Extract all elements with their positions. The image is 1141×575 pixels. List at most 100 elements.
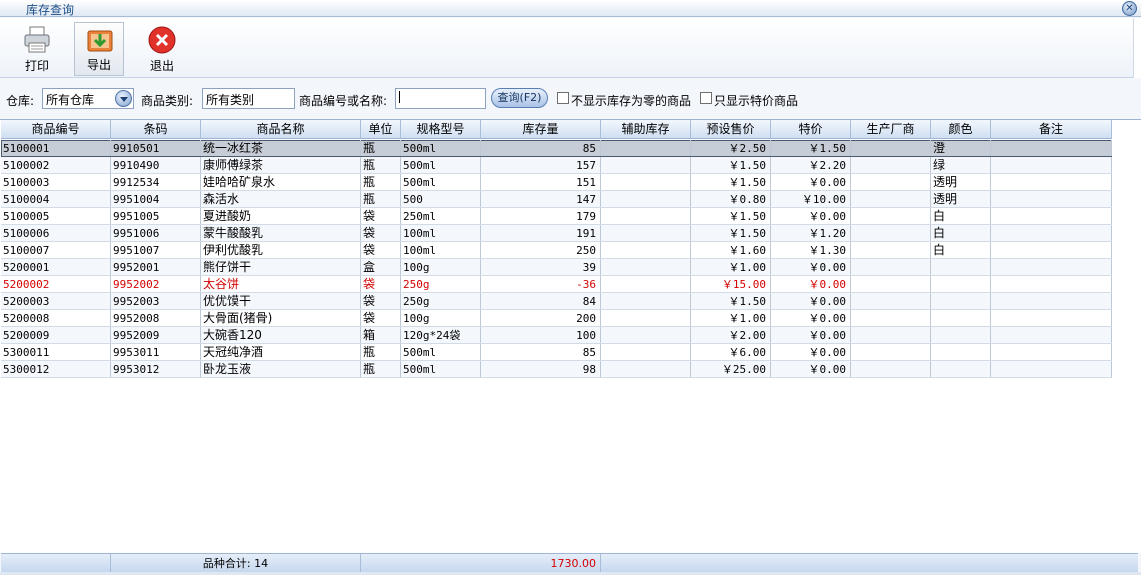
cell-maker (851, 208, 931, 224)
cell-spec: 500 (401, 191, 481, 207)
cell-note (991, 310, 1112, 326)
cell-special-price: ￥1.20 (771, 225, 851, 241)
table-row[interactable]: 5100007 9951007 伊利优酸乳袋 100ml 250 ￥1.60 ￥1.30 白 (1, 242, 1112, 259)
table-row[interactable]: 5100002 9910490 康师傅绿茶瓶 500ml 157 ￥1.50 ￥2.20 绿 (1, 157, 1112, 174)
warehouse-value: 所有仓库 (46, 93, 95, 107)
cell-special-price: ￥10.00 (771, 191, 851, 207)
cell-price: ￥6.00 (691, 344, 771, 360)
cell-spec: 100g (401, 310, 481, 326)
cell-special-price: ￥0.00 (771, 293, 851, 309)
column-header-aux-stock[interactable]: 辅助库存 (601, 120, 691, 138)
cell-special-price: ￥0.00 (771, 310, 851, 326)
cell-maker (851, 242, 931, 258)
cell-price: ￥15.00 (691, 276, 771, 292)
cell-code: 5100004 (1, 191, 111, 207)
cell-color: 透明 (931, 174, 991, 190)
cell-stock: 84 (481, 293, 601, 309)
table-row[interactable]: 5200003 9952003 优优馍干袋 250g 84 ￥1.50 ￥0.00 (1, 293, 1112, 310)
exit-button[interactable]: 退出 (137, 22, 187, 76)
cell-maker (851, 157, 931, 173)
table-row[interactable]: 5100003 9912534 娃哈哈矿泉水瓶 500ml 151 ￥1.50 ￥0.00 透… (1, 174, 1112, 191)
table-row[interactable]: 5300011 9953011 天冠纯净酒瓶 500ml 85 ￥6.00 ￥0.00 (1, 344, 1112, 361)
print-label: 打印 (24, 59, 49, 73)
warehouse-select[interactable]: 所有仓库 (42, 88, 134, 109)
cell-color (931, 327, 991, 343)
table-row[interactable]: 5100005 9951005 夏进酸奶袋 250ml 179 ￥1.50 ￥0.00 白 (1, 208, 1112, 225)
cell-unit: 瓶 (361, 174, 401, 190)
column-header-price[interactable]: 预设售价 (691, 120, 771, 138)
cell-stock: 98 (481, 361, 601, 377)
special-only-checkbox[interactable] (700, 92, 712, 104)
cell-stock: 250 (481, 242, 601, 258)
cell-special-price: ￥0.00 (771, 344, 851, 360)
cell-stock: 39 (481, 259, 601, 275)
table-row[interactable]: 5200001 9952001 熊仔饼干盒 100g 39 ￥1.00 ￥0.00 (1, 259, 1112, 276)
cell-aux-stock (601, 259, 691, 275)
cell-barcode: 9910490 (111, 157, 201, 173)
cell-name: 森活水 (201, 191, 361, 207)
column-header-maker[interactable]: 生产厂商 (851, 120, 931, 138)
cell-stock: 100 (481, 327, 601, 343)
column-header-spec[interactable]: 规格型号 (401, 120, 481, 138)
column-header-unit[interactable]: 单位 (361, 120, 401, 138)
table-row[interactable]: 5100001 9910501 统一冰红茶瓶 500ml 85 ￥2.50 ￥1.50 澄 (1, 140, 1112, 157)
code-search-input[interactable] (395, 88, 486, 109)
exit-icon (148, 26, 176, 54)
cell-unit: 袋 (361, 310, 401, 326)
cell-name: 太谷饼 (201, 276, 361, 292)
table-row[interactable]: 5200009 9952009 大碗香120 箱 120g*24袋 100 ￥2.00 ￥0.… (1, 327, 1112, 344)
column-header-stock[interactable]: 库存量 (481, 120, 601, 138)
cell-aux-stock (601, 293, 691, 309)
cell-spec: 500ml (401, 344, 481, 360)
cell-code: 5300011 (1, 344, 111, 360)
cell-maker (851, 361, 931, 377)
column-header-name[interactable]: 商品名称 (201, 120, 361, 138)
cell-color: 透明 (931, 191, 991, 207)
cell-maker (851, 293, 931, 309)
column-header-code[interactable]: 商品编号 (1, 120, 111, 138)
cell-unit: 袋 (361, 293, 401, 309)
export-icon (87, 30, 113, 52)
table-row[interactable]: 5100006 9951006 蒙牛酸酸乳袋 100ml 191 ￥1.50 ￥1.20 白 (1, 225, 1112, 242)
cell-note (991, 361, 1112, 377)
cell-price: ￥1.00 (691, 310, 771, 326)
query-button[interactable]: 查询(F2) (491, 88, 548, 108)
cell-spec: 500ml (401, 361, 481, 377)
column-header-note[interactable]: 备注 (991, 120, 1112, 138)
table-row[interactable]: 5200002 9952002 太谷饼袋 250g -36 ￥15.00 ￥0.00 (1, 276, 1112, 293)
column-header-special-price[interactable]: 特价 (771, 120, 851, 138)
print-button[interactable]: 打印 (12, 22, 62, 76)
cell-code: 5200002 (1, 276, 111, 292)
printer-icon (24, 26, 50, 53)
cell-special-price: ￥0.00 (771, 259, 851, 275)
cell-barcode: 9953012 (111, 361, 201, 377)
hide-zero-checkbox[interactable] (557, 92, 569, 104)
cell-special-price: ￥0.00 (771, 276, 851, 292)
close-icon[interactable]: ✕ (1122, 1, 1137, 16)
cell-maker (851, 191, 931, 207)
cell-unit: 袋 (361, 208, 401, 224)
table-row[interactable]: 5300012 9953012 卧龙玉液瓶 500ml 98 ￥25.00 ￥0.00 (1, 361, 1112, 378)
cell-aux-stock (601, 344, 691, 360)
footer-cell (601, 554, 1138, 573)
cell-unit: 箱 (361, 327, 401, 343)
export-button[interactable]: 导出 (74, 22, 124, 76)
cell-color (931, 293, 991, 309)
cell-note (991, 293, 1112, 309)
cell-special-price: ￥0.00 (771, 208, 851, 224)
cell-price: ￥1.50 (691, 157, 771, 173)
category-input[interactable]: 所有类别 (202, 88, 295, 109)
cell-note (991, 191, 1112, 207)
cell-color (931, 344, 991, 360)
column-header-color[interactable]: 颜色 (931, 120, 991, 138)
table-row[interactable]: 5200008 9952008 大骨面(猪骨) 袋 100g 200 ￥1.00 ￥0.00 (1, 310, 1112, 327)
cell-name: 夏进酸奶 (201, 208, 361, 224)
table-row[interactable]: 5100004 9951004 森活水瓶 500 147 ￥0.80 ￥10.00 透明 (1, 191, 1112, 208)
column-header-barcode[interactable]: 条码 (111, 120, 201, 138)
cell-special-price: ￥1.30 (771, 242, 851, 258)
cell-aux-stock (601, 174, 691, 190)
cell-name: 统一冰红茶 (201, 140, 361, 156)
cell-note (991, 225, 1112, 241)
cell-name: 卧龙玉液 (201, 361, 361, 377)
chevron-down-icon[interactable] (115, 90, 132, 107)
